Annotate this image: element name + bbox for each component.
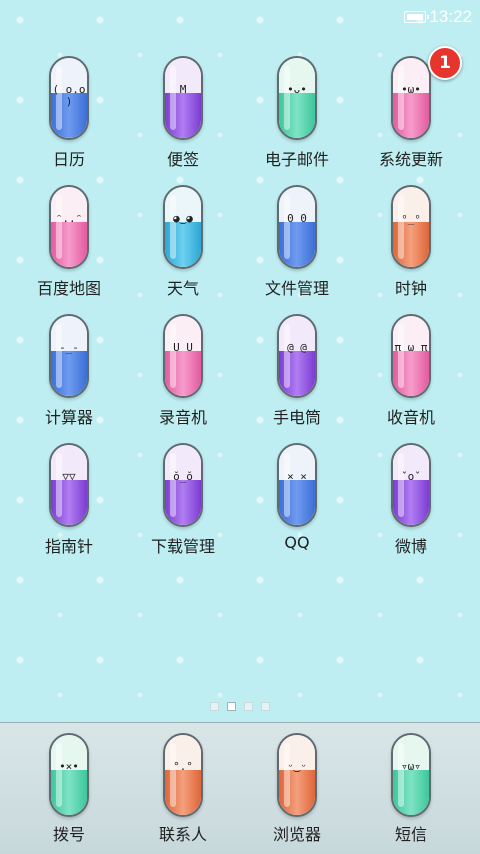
status-time: 13:22: [429, 7, 472, 26]
app-label: 便签: [166, 150, 199, 169]
icon-face: ▽▽: [62, 470, 76, 483]
apps-app-11[interactable]: π ω π 收音机: [354, 308, 468, 438]
pill-app-icon: ŏ_ŏ: [163, 443, 203, 527]
app-label: 浏览器: [272, 825, 321, 844]
icon-face: ˇoˇ: [401, 470, 421, 483]
app-label: 收音机: [386, 408, 435, 427]
app-label: 指南针: [44, 537, 93, 556]
apps-app-13[interactable]: ŏ_ŏ 下载管理: [126, 437, 240, 567]
app-label: 文件管理: [264, 279, 329, 298]
page-indicator: [0, 696, 480, 715]
page-dot[interactable]: [210, 702, 219, 711]
page-dot[interactable]: [261, 702, 270, 711]
app-label: 时钟: [394, 279, 427, 298]
apps-app-5[interactable]: ◕‿◕ 天气: [126, 179, 240, 309]
icon-face: •ᴗ•: [287, 83, 307, 96]
pill-app-icon: ᵒ_ᵒ: [391, 185, 431, 269]
pill-app-icon: ˇoˇ: [391, 443, 431, 527]
app-label: 手电筒: [272, 408, 321, 427]
icon-face: -_-: [59, 341, 79, 354]
pill-app-icon: °.°: [163, 733, 203, 817]
dock: •×• 拨号 °.° 联系人 ᵕ‿ᵕ 浏览器 ▿ω▿ 短信: [0, 722, 480, 854]
apps-app-9[interactable]: U U 录音机: [126, 308, 240, 438]
pill-app-icon: π ω π: [391, 314, 431, 398]
app-label: 拨号: [52, 825, 85, 844]
notification-badge: 1: [428, 46, 462, 80]
dock-app-1[interactable]: °.° 联系人: [126, 723, 240, 853]
pill-app-icon: •×•: [49, 733, 89, 817]
apps-app-6[interactable]: 0 0 文件管理: [240, 179, 354, 309]
apps-app-8[interactable]: -_- 计算器: [12, 308, 126, 438]
app-label: 下载管理: [150, 537, 215, 556]
apps-app-12[interactable]: ▽▽ 指南针: [12, 437, 126, 567]
icon-face: U U: [173, 341, 193, 354]
pill-app-icon: ▿ω▿: [391, 733, 431, 817]
icon-face: ŏ_ŏ: [173, 470, 193, 483]
apps-app-1[interactable]: M 便签: [126, 50, 240, 180]
page-dot[interactable]: [227, 702, 236, 711]
icon-face: ◕‿◕: [173, 212, 193, 225]
apps-app-10[interactable]: @ @ 手电筒: [240, 308, 354, 438]
dock-app-3[interactable]: ▿ω▿ 短信: [354, 723, 468, 853]
apps-app-4[interactable]: ᵔ..ᵔ 百度地图: [12, 179, 126, 309]
app-label: 百度地图: [36, 279, 101, 298]
pill-app-icon: @ @: [277, 314, 317, 398]
apps-app-15[interactable]: ˇoˇ 微博: [354, 437, 468, 567]
pill-app-icon: ( o.o ): [49, 56, 89, 140]
pill-app-icon: -_-: [49, 314, 89, 398]
app-label: 微博: [394, 537, 427, 556]
app-label: 天气: [166, 279, 199, 298]
app-label: QQ: [284, 533, 310, 552]
battery-icon: [404, 11, 429, 23]
apps-app-14[interactable]: × × QQ: [240, 437, 354, 567]
pill-app-icon: ▽▽: [49, 443, 89, 527]
dock-app-2[interactable]: ᵕ‿ᵕ 浏览器: [240, 723, 354, 853]
pill-app-icon: U U: [163, 314, 203, 398]
icon-face: @ @: [287, 341, 307, 354]
pill-app-icon: •ω•: [391, 56, 431, 140]
icon-face: °.°: [173, 760, 193, 773]
icon-face: π ω π: [394, 341, 428, 354]
pill-app-icon: × ×: [277, 443, 317, 527]
page-dot[interactable]: [244, 702, 253, 711]
dock-app-0[interactable]: •×• 拨号: [12, 723, 126, 853]
icon-face: •×•: [59, 760, 79, 773]
icon-face: ᵕ‿ᵕ: [287, 760, 307, 773]
icon-face: ▿ω▿: [401, 760, 421, 773]
icon-face: 0 0: [287, 212, 307, 225]
icon-face: ( o.o ): [52, 83, 86, 108]
app-label: 短信: [394, 825, 427, 844]
icon-face: × ×: [287, 470, 307, 483]
apps-app-7[interactable]: ᵒ_ᵒ 时钟: [354, 179, 468, 309]
pill-app-icon: 0 0: [277, 185, 317, 269]
apps-app-3[interactable]: •ω• 1 系统更新: [354, 46, 468, 180]
apps-app-0[interactable]: ( o.o ) 日历: [12, 50, 126, 180]
apps-app-2[interactable]: •ᴗ• 电子邮件: [240, 50, 354, 180]
app-label: 电子邮件: [264, 150, 329, 169]
app-label: 联系人: [158, 825, 207, 844]
app-label: 系统更新: [378, 150, 443, 169]
pill-app-icon: ᵔ..ᵔ: [49, 185, 89, 269]
status-bar: 13:22: [0, 0, 480, 36]
app-label: 录音机: [158, 408, 207, 427]
icon-face: M: [179, 83, 187, 96]
icon-face: •ω•: [401, 83, 421, 96]
pill-app-icon: ᵕ‿ᵕ: [277, 733, 317, 817]
icon-face: ᵒ_ᵒ: [401, 212, 421, 225]
icon-face: ᵔ..ᵔ: [55, 212, 83, 225]
pill-app-icon: ◕‿◕: [163, 185, 203, 269]
app-label: 日历: [52, 150, 85, 169]
app-label: 计算器: [44, 408, 93, 427]
pill-app-icon: •ᴗ•: [277, 56, 317, 140]
pill-app-icon: M: [163, 56, 203, 140]
